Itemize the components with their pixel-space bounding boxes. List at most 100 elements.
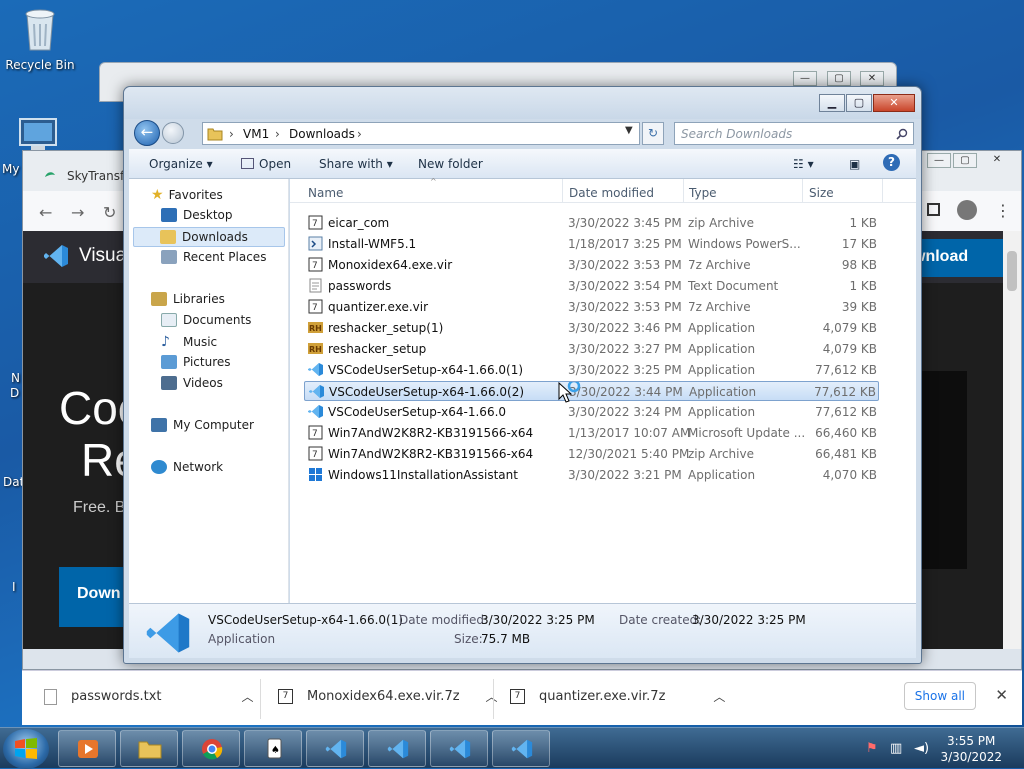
browser-reload-button[interactable]: ↻ bbox=[103, 203, 116, 222]
column-type[interactable]: Type bbox=[689, 186, 717, 200]
help-icon[interactable]: ? bbox=[883, 154, 900, 171]
taskbar-vscode-4[interactable] bbox=[492, 730, 550, 767]
file-size: 66,481 KB bbox=[815, 447, 877, 461]
address-bar[interactable]: › VM1 › Downloads › ▼ bbox=[202, 122, 640, 145]
taskbar: ♠ ⚑ ▥ ◄) 3:55 PM 3/30/2022 bbox=[0, 727, 1024, 769]
file-row[interactable]: passwords 3/30/2022 3:54 PM Text Document 1… bbox=[304, 276, 879, 296]
nav-videos[interactable]: Videos bbox=[161, 376, 223, 390]
ps-file-icon bbox=[308, 236, 323, 251]
nav-documents[interactable]: Documents bbox=[161, 313, 251, 327]
file-row[interactable]: VSCodeUserSetup-x64-1.66.0 3/30/2022 3:24… bbox=[304, 402, 879, 422]
open-button[interactable]: Open bbox=[241, 157, 291, 171]
file-row[interactable]: RH reshacker_setup(1) 3/30/2022 3:46 PM App… bbox=[304, 318, 879, 338]
search-icon[interactable] bbox=[896, 128, 908, 140]
file-row[interactable]: VSCodeUserSetup-x64-1.66.0(1) 3/30/2022 3… bbox=[304, 360, 879, 380]
taskbar-solitaire[interactable]: ♠ bbox=[244, 730, 302, 767]
win-file-icon bbox=[309, 468, 322, 481]
preview-pane-icon[interactable]: ▣ bbox=[849, 157, 860, 171]
file-row[interactable]: RH reshacker_setup 3/30/2022 3:27 PM Applic… bbox=[304, 339, 879, 359]
start-button[interactable] bbox=[3, 729, 49, 769]
nav-downloads[interactable]: Downloads bbox=[133, 227, 285, 247]
nav-desktop[interactable]: Desktop bbox=[161, 208, 233, 222]
taskbar-vscode-2[interactable] bbox=[368, 730, 426, 767]
taskbar-chrome[interactable] bbox=[182, 730, 240, 767]
share-with-menu[interactable]: Share with ▾ bbox=[319, 157, 393, 171]
nav-recent-places[interactable]: Recent Places bbox=[161, 250, 266, 264]
file-row[interactable]: 7 Win7AndW2K8R2-KB3191566-x64 1/13/2017 10… bbox=[304, 423, 879, 443]
show-all-button[interactable]: Show all bbox=[903, 682, 976, 710]
explorer-window[interactable]: ▁ ▢ ✕ ← › VM1 › Downloads › ▼ ↻ Search D… bbox=[123, 86, 922, 664]
file-row[interactable]: 7 Monoxidex64.exe.vir 3/30/2022 3:53 PM 7z … bbox=[304, 255, 879, 275]
download-item-monoxidex[interactable]: 7 Monoxidex64.exe.vir.7z ︿ bbox=[278, 688, 498, 705]
browser-back-button[interactable]: ← bbox=[39, 203, 52, 222]
explorer-forward-button[interactable] bbox=[162, 122, 184, 144]
tab-favicon-icon bbox=[45, 172, 55, 177]
browser-tab-title[interactable]: SkyTransfe bbox=[67, 169, 132, 183]
documents-icon bbox=[161, 313, 177, 327]
breadcrumb-vm1[interactable]: VM1 bbox=[243, 127, 269, 141]
vscode-icon bbox=[325, 739, 347, 759]
browser-scrollbar[interactable] bbox=[1003, 231, 1021, 649]
file-size: 77,612 KB bbox=[815, 363, 877, 377]
network-tray-icon[interactable]: ▥ bbox=[890, 741, 902, 756]
bg-maximize-button[interactable]: ▢ bbox=[827, 71, 851, 86]
download-item-quantizer[interactable]: 7 quantizer.exe.vir.7z ︿ bbox=[510, 688, 725, 705]
browser-minimize-button[interactable]: — bbox=[927, 153, 951, 168]
nav-libraries[interactable]: Libraries bbox=[151, 292, 225, 306]
browser-menu-icon[interactable]: ⋮ bbox=[995, 201, 1011, 220]
explorer-minimize-button[interactable]: ▁ bbox=[819, 94, 845, 112]
organize-menu[interactable]: Organize ▾ bbox=[149, 157, 213, 171]
browser-close-button[interactable]: ✕ bbox=[985, 153, 1009, 168]
search-input[interactable]: Search Downloads bbox=[674, 122, 914, 145]
file-type: 7z Archive bbox=[688, 258, 751, 272]
profile-avatar[interactable] bbox=[957, 200, 977, 220]
svg-text:7: 7 bbox=[312, 261, 318, 271]
download-item-passwords[interactable]: passwords.txt ︿ bbox=[44, 688, 254, 705]
file-row[interactable]: Windows11InstallationAssistant 3/30/2022 … bbox=[304, 465, 879, 485]
file-size: 77,612 KB bbox=[814, 385, 876, 399]
browser-forward-button[interactable]: → bbox=[71, 203, 84, 222]
taskbar-media-player[interactable] bbox=[58, 730, 116, 767]
browser-scroll-thumb[interactable] bbox=[1007, 251, 1017, 291]
archive-file-icon: 7 bbox=[278, 689, 293, 704]
bg-close-button[interactable]: ✕ bbox=[860, 71, 884, 86]
system-clock[interactable]: 3:55 PM 3/30/2022 bbox=[940, 733, 1002, 765]
nav-pictures[interactable]: Pictures bbox=[161, 355, 231, 369]
column-size[interactable]: Size bbox=[809, 186, 834, 200]
file-row[interactable]: 7 quantizer.exe.vir 3/30/2022 3:53 PM 7z Ar… bbox=[304, 297, 879, 317]
explorer-close-button[interactable]: ✕ bbox=[873, 94, 915, 112]
recycle-bin[interactable]: Recycle Bin bbox=[2, 6, 78, 72]
file-row[interactable]: Install-WMF5.1 1/18/2017 3:25 PM Windows P… bbox=[304, 234, 879, 254]
file-row[interactable]: 7 Win7AndW2K8R2-KB3191566-x64 12/30/2021 5… bbox=[304, 444, 879, 464]
column-date[interactable]: Date modified bbox=[569, 186, 654, 200]
downloads-bar-close-button[interactable]: ✕ bbox=[995, 686, 1008, 704]
taskbar-vscode-1[interactable] bbox=[306, 730, 364, 767]
sidebar-toggle-icon[interactable] bbox=[927, 203, 940, 216]
browser-maximize-button[interactable]: ▢ bbox=[953, 153, 977, 168]
explorer-back-button[interactable]: ← bbox=[134, 120, 160, 146]
action-center-icon[interactable]: ⚑ bbox=[866, 741, 878, 756]
refresh-button[interactable]: ↻ bbox=[642, 122, 664, 145]
volume-icon[interactable]: ◄) bbox=[914, 741, 929, 756]
nav-network[interactable]: Network bbox=[151, 460, 223, 474]
explorer-maximize-button[interactable]: ▢ bbox=[846, 94, 872, 112]
file-row[interactable]: VSCodeUserSetup-x64-1.66.0(2) 3/30/2022 3… bbox=[304, 381, 879, 401]
nav-music[interactable]: ♪ Music bbox=[161, 334, 217, 350]
new-folder-button[interactable]: New folder bbox=[418, 157, 483, 171]
address-dropdown-icon[interactable]: ▼ bbox=[625, 125, 633, 136]
explorer-titlebar: ▁ ▢ ✕ bbox=[124, 87, 921, 119]
bg-minimize-button[interactable]: — bbox=[793, 71, 817, 86]
nav-my-computer[interactable]: My Computer bbox=[151, 418, 254, 432]
download-top-button[interactable]: wnload bbox=[913, 239, 1007, 277]
file-name: Win7AndW2K8R2-KB3191566-x64 bbox=[328, 426, 534, 440]
view-options-icon[interactable]: ☷ ▾ bbox=[793, 157, 814, 171]
column-name[interactable]: Name bbox=[308, 186, 343, 200]
file-date: 3/30/2022 3:54 PM bbox=[568, 279, 682, 293]
taskbar-explorer[interactable] bbox=[120, 730, 178, 767]
nav-favorites[interactable]: ★ Favorites bbox=[151, 187, 223, 203]
details-date-created-label: Date created: bbox=[619, 613, 702, 627]
file-name: Monoxidex64.exe.vir bbox=[328, 258, 453, 272]
taskbar-vscode-3[interactable] bbox=[430, 730, 488, 767]
file-row[interactable]: 7 eicar_com 3/30/2022 3:45 PM zip Archive 1 … bbox=[304, 213, 879, 233]
breadcrumb-downloads[interactable]: Downloads bbox=[289, 127, 355, 141]
